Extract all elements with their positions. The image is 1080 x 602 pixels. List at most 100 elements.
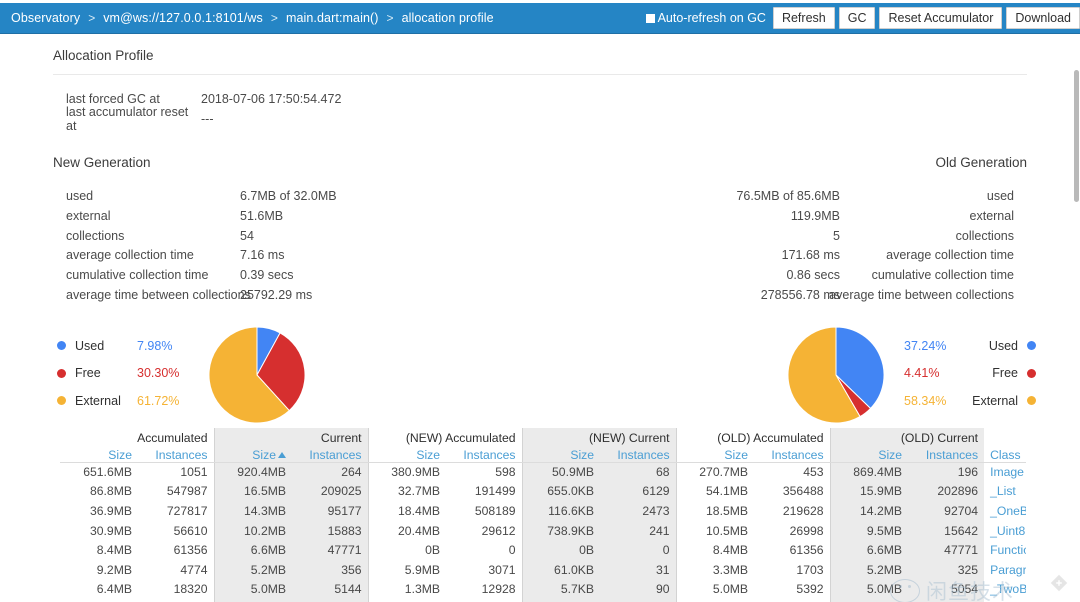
- cell-old-cur-size: 5.0MB: [830, 580, 908, 600]
- col-old-current-size[interactable]: Size: [830, 445, 908, 462]
- cell-new-cur-inst: 2473: [600, 501, 676, 521]
- legend-label-used: Used: [962, 339, 1018, 353]
- cell-acc-inst: 61356: [138, 540, 214, 560]
- cell-old-cur-inst: 202896: [908, 482, 984, 502]
- reset-accumulator-button[interactable]: Reset Accumulator: [879, 7, 1002, 29]
- cell-class-link[interactable]: Image: [984, 462, 1026, 482]
- col-accumulated-instances[interactable]: Instances: [138, 445, 214, 462]
- stat-label-new: cumulative collection time: [66, 268, 208, 282]
- stat-value-new: 54: [240, 229, 254, 243]
- breadcrumb-item-allocation-profile[interactable]: allocation profile: [398, 11, 498, 25]
- cell-new-cur-size: 50.9MB: [522, 462, 600, 482]
- resize-diamond-icon[interactable]: [1048, 572, 1070, 594]
- legend-label-free: Free: [75, 366, 137, 380]
- stat-value-old: 5: [833, 229, 840, 243]
- cell-acc-inst: 4774: [138, 560, 214, 580]
- legend-swatch-external-icon: [57, 396, 66, 405]
- cell-class-link[interactable]: Paragraph: [984, 560, 1026, 580]
- vertical-scrollbar[interactable]: [1074, 70, 1079, 202]
- table-row[interactable]: 9.2MB47745.2MB3565.9MB307161.0KB313.3MB1…: [60, 560, 1026, 580]
- allocation-table-container[interactable]: Accumulated Current (NEW) Accumulated (N…: [60, 428, 1026, 602]
- refresh-button[interactable]: Refresh: [773, 7, 835, 29]
- cell-class-link[interactable]: _List: [984, 482, 1026, 502]
- gc-button[interactable]: GC: [839, 7, 876, 29]
- legend-item: External 61.72%: [57, 387, 193, 415]
- stat-value-new: 7.16 ms: [240, 248, 284, 262]
- col-old-accumulated-size[interactable]: Size: [676, 445, 754, 462]
- cell-new-acc-inst: 29612: [446, 521, 522, 541]
- legend-value-free: 4.41%: [904, 366, 962, 380]
- group-header-old-current: (OLD) Current: [830, 428, 984, 445]
- cell-old-cur-size: 14.2MB: [830, 501, 908, 521]
- cell-class-link[interactable]: Function: [984, 540, 1026, 560]
- col-new-accumulated-instances[interactable]: Instances: [446, 445, 522, 462]
- auto-refresh-on-gc-toggle[interactable]: Auto-refresh on GC: [646, 11, 766, 25]
- checkbox-icon[interactable]: [646, 14, 655, 23]
- cell-old-acc-size: 270.7MB: [676, 462, 754, 482]
- stat-label-old: collections: [956, 229, 1014, 243]
- stat-value-new: 6.7MB of 32.0MB: [240, 189, 337, 203]
- cell-cur-size: 5.0MB: [214, 580, 292, 600]
- cell-cur-size: 920.4MB: [214, 462, 292, 482]
- stat-value-old: 119.9MB: [791, 209, 840, 223]
- col-current-instances[interactable]: Instances: [292, 445, 368, 462]
- cell-acc-inst: 547987: [138, 482, 214, 502]
- col-current-size[interactable]: Size: [214, 445, 292, 462]
- cell-old-acc-inst: 26998: [754, 521, 830, 541]
- cell-old-cur-size: 869.4MB: [830, 462, 908, 482]
- cell-new-cur-size: 655.0KB: [522, 482, 600, 502]
- old-generation-legend: 37.24% Used 4.41% Free 58.34% External: [904, 332, 1036, 415]
- old-generation-heading: Old Generation: [935, 155, 1027, 170]
- cell-new-acc-size: 5.9MB: [368, 560, 446, 580]
- breadcrumb-item-isolate[interactable]: main.dart:main(): [282, 11, 383, 25]
- cell-old-cur-inst: 5054: [908, 580, 984, 600]
- legend-label-external: External: [75, 394, 137, 408]
- cell-acc-inst: 727817: [138, 501, 214, 521]
- cell-cur-size: 6.6MB: [214, 540, 292, 560]
- cell-new-acc-inst: 508189: [446, 501, 522, 521]
- cell-cur-size: 5.2MB: [214, 560, 292, 580]
- table-row[interactable]: 30.9MB5661010.2MB1588320.4MB29612738.9KB…: [60, 521, 1026, 541]
- table-row[interactable]: 36.9MB72781714.3MB9517718.4MB508189116.6…: [60, 501, 1026, 521]
- legend-item: Used 7.98%: [57, 332, 193, 360]
- col-old-current-instances[interactable]: Instances: [908, 445, 984, 462]
- col-accumulated-size[interactable]: Size: [60, 445, 138, 462]
- breadcrumb-item-observatory[interactable]: Observatory: [7, 11, 84, 25]
- stat-value-new: 51.6MB: [240, 209, 283, 223]
- cell-class-link[interactable]: _TwoByteString: [984, 580, 1026, 600]
- cell-class-link[interactable]: _OneByteString: [984, 501, 1026, 521]
- col-current-size-label: Size: [252, 448, 276, 462]
- table-row[interactable]: 86.8MB54798716.5MB20902532.7MB191499655.…: [60, 482, 1026, 502]
- col-new-current-size[interactable]: Size: [522, 445, 600, 462]
- cell-new-cur-size: 5.7KB: [522, 580, 600, 600]
- col-class[interactable]: Class: [984, 445, 1026, 462]
- cell-new-cur-size: 61.0KB: [522, 560, 600, 580]
- cell-new-acc-inst: 0: [446, 540, 522, 560]
- col-new-current-instances[interactable]: Instances: [600, 445, 676, 462]
- breadcrumb-item-vm[interactable]: vm@ws://127.0.0.1:8101/ws: [99, 11, 267, 25]
- stat-value-new: 0.39 secs: [240, 268, 294, 282]
- cell-old-acc-size: 10.5MB: [676, 521, 754, 541]
- legend-swatch-external-icon: [1027, 396, 1036, 405]
- memory-pie-charts: Used 7.98% Free 30.30% External 61.72%: [0, 326, 1080, 426]
- col-new-accumulated-size[interactable]: Size: [368, 445, 446, 462]
- cell-new-cur-inst: 0: [600, 540, 676, 560]
- table-row[interactable]: 651.6MB1051920.4MB264380.9MB59850.9MB682…: [60, 462, 1026, 482]
- cell-old-cur-inst: 196: [908, 462, 984, 482]
- cell-class-link[interactable]: _Uint8List: [984, 521, 1026, 541]
- cell-new-cur-size: 0B: [522, 540, 600, 560]
- group-header-class-spacer: [984, 428, 1026, 445]
- cell-acc-size: 9.2MB: [60, 560, 138, 580]
- legend-label-used: Used: [75, 339, 137, 353]
- legend-item: 37.24% Used: [904, 332, 1036, 360]
- table-row[interactable]: 6.4MB183205.0MB51441.3MB129285.7KB905.0M…: [60, 580, 1026, 600]
- table-row[interactable]: 8.4MB613566.6MB477710B00B08.4MB613566.6M…: [60, 540, 1026, 560]
- stat-value-old: 0.86 secs: [786, 268, 840, 282]
- top-navbar: Observatory > vm@ws://127.0.0.1:8101/ws …: [0, 3, 1080, 34]
- col-old-accumulated-instances[interactable]: Instances: [754, 445, 830, 462]
- cell-old-cur-size: 9.5MB: [830, 521, 908, 541]
- cell-acc-size: 30.9MB: [60, 521, 138, 541]
- sort-ascending-icon: [278, 452, 286, 458]
- cell-cur-size: 10.2MB: [214, 521, 292, 541]
- download-button[interactable]: Download: [1006, 7, 1080, 29]
